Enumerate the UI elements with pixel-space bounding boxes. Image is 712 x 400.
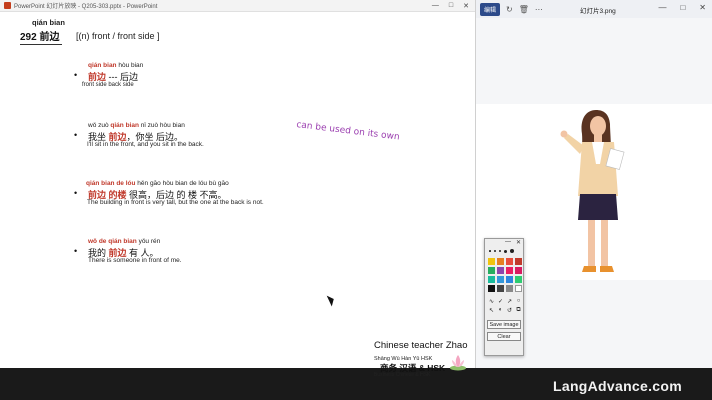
color-swatch-8[interactable] bbox=[515, 267, 522, 274]
maximize-button[interactable]: □ bbox=[449, 2, 453, 10]
undo-tool-icon[interactable]: ↺ bbox=[506, 307, 513, 314]
viewer-minimize-button[interactable]: — bbox=[658, 3, 666, 12]
color-swatch-12[interactable] bbox=[515, 276, 522, 283]
tool-grid: ∿ ✓ ↗ ○ ↖ ◐ ↺ ⧉ bbox=[485, 295, 523, 317]
teacher-name: Chinese teacher Zhao bbox=[374, 340, 468, 351]
viewer-title: 幻灯片3.png bbox=[580, 8, 616, 15]
viewer-close-button[interactable]: ✕ bbox=[699, 3, 706, 12]
close-button[interactable]: ✕ bbox=[463, 2, 469, 10]
pen-size-3[interactable] bbox=[498, 249, 501, 253]
header-definition: [(n) front / front side ] bbox=[76, 31, 160, 41]
powerpoint-icon bbox=[4, 2, 11, 9]
example-4-english: There is someone in front of me. bbox=[88, 257, 182, 264]
ppt-window-title: PowerPoint 幻灯片放映 - Q205-303.pptx - Power… bbox=[14, 4, 158, 10]
example-2-english: I'll sit in the front, and you sit in th… bbox=[87, 141, 204, 148]
ink-annotation: can be used on its own bbox=[295, 120, 401, 143]
pen-size-2[interactable] bbox=[493, 250, 496, 252]
toolbox-minimize-button[interactable]: — bbox=[505, 239, 511, 247]
rotate-icon[interactable]: ↻ bbox=[506, 5, 513, 14]
color-swatch-3[interactable] bbox=[506, 258, 513, 265]
pen-size-4[interactable] bbox=[504, 249, 507, 253]
lotus-logo-icon bbox=[450, 355, 466, 371]
example-1-pinyin: qián bian hòu bian bbox=[88, 62, 144, 69]
mouse-cursor-icon bbox=[326, 293, 337, 307]
color-swatch-15[interactable] bbox=[506, 285, 513, 292]
delete-icon[interactable]: 🗑 bbox=[519, 5, 529, 14]
highlighter-tool-icon[interactable]: ◐ bbox=[497, 307, 504, 314]
pen-size-selector bbox=[485, 247, 523, 255]
example-1-english: front side back side bbox=[82, 82, 134, 88]
example-3-pinyin: qián bian de lóu hěn gāo hòu bian de lóu… bbox=[86, 180, 229, 187]
color-swatch-13[interactable] bbox=[488, 285, 495, 292]
brand-watermark: LangAdvance.com bbox=[553, 378, 682, 394]
color-swatch-16[interactable] bbox=[515, 285, 522, 292]
toolbox-header: — ✕ bbox=[485, 239, 523, 247]
bullet-2: • bbox=[74, 130, 78, 140]
drawing-toolbox: — ✕ ∿ ✓ ↗ ○ ↖ ◐ ↺ ⧉ Save image Clear bbox=[484, 238, 524, 356]
more-icon[interactable]: ⋯ bbox=[535, 5, 543, 14]
pointer-tool-icon[interactable]: ↖ bbox=[488, 307, 495, 314]
freehand-tool-icon[interactable]: ∿ bbox=[488, 298, 495, 305]
example-2-pinyin: wǒ zuò qián bian nǐ zuò hòu bian bbox=[88, 122, 185, 129]
circle-tool-icon[interactable]: ○ bbox=[515, 298, 522, 305]
color-palette bbox=[485, 255, 523, 295]
color-swatch-7[interactable] bbox=[506, 267, 513, 274]
color-swatch-1[interactable] bbox=[488, 258, 495, 265]
color-swatch-14[interactable] bbox=[497, 285, 504, 292]
minimize-button[interactable]: — bbox=[432, 2, 439, 10]
pen-size-5[interactable] bbox=[510, 249, 514, 253]
color-swatch-11[interactable] bbox=[506, 276, 513, 283]
edit-button[interactable]: 编辑 bbox=[480, 2, 501, 16]
example-4-pinyin: wǒ de qián bian yǒu rén bbox=[88, 238, 161, 245]
header-pinyin: qián bian bbox=[32, 18, 65, 27]
color-swatch-5[interactable] bbox=[488, 267, 495, 274]
save-image-button[interactable]: Save image bbox=[487, 320, 521, 329]
arrow-tool-icon[interactable]: ↗ bbox=[506, 298, 513, 305]
powerpoint-window: PowerPoint 幻灯片放映 - Q205-303.pptx - Power… bbox=[0, 0, 475, 378]
check-tool-icon[interactable]: ✓ bbox=[497, 298, 504, 305]
viewer-maximize-button[interactable]: □ bbox=[680, 3, 685, 12]
toolbox-close-button[interactable]: ✕ bbox=[516, 239, 521, 247]
bullet-1: • bbox=[74, 70, 78, 80]
logo-english: Business Chinese & HSK bbox=[374, 372, 431, 378]
bullet-4: • bbox=[74, 246, 78, 256]
screen: PowerPoint 幻灯片放映 - Q205-303.pptx - Power… bbox=[0, 0, 712, 400]
clear-button[interactable]: Clear bbox=[487, 332, 521, 341]
example-3-english: The building in front is very tall, but … bbox=[87, 199, 264, 206]
header-word: 292 前边 bbox=[20, 28, 62, 45]
color-swatch-9[interactable] bbox=[488, 276, 495, 283]
bullet-3: • bbox=[74, 188, 78, 198]
color-swatch-10[interactable] bbox=[497, 276, 504, 283]
ppt-title-bar: PowerPoint 幻灯片放映 - Q205-303.pptx - Power… bbox=[0, 0, 475, 12]
slide-canvas[interactable]: qián bian 292 前边 [(n) front / front side… bbox=[0, 12, 475, 378]
copy-tool-icon[interactable]: ⧉ bbox=[515, 307, 522, 314]
color-swatch-4[interactable] bbox=[515, 258, 522, 265]
color-swatch-2[interactable] bbox=[497, 258, 504, 265]
color-swatch-6[interactable] bbox=[497, 267, 504, 274]
pen-size-1[interactable] bbox=[489, 250, 491, 252]
